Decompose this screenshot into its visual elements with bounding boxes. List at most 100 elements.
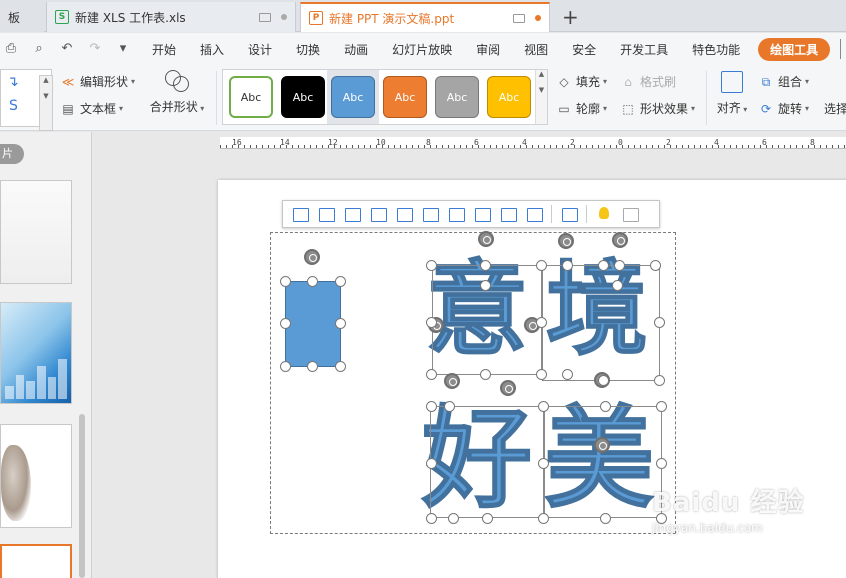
resize-handle[interactable] [307,276,318,287]
tab-partial[interactable]: 板 [0,2,44,32]
rotate-handle-icon[interactable] [304,249,320,265]
resize-handle[interactable] [426,513,437,524]
menu-view[interactable]: 视图 [512,41,560,58]
align-middle-icon[interactable] [394,204,414,224]
resize-handle[interactable] [536,317,547,328]
slides-tab[interactable]: 片 [0,144,24,164]
format-brush-button[interactable]: ⌂ 格式刷 [620,73,676,90]
group-icon[interactable] [559,204,579,224]
edit-shape-button[interactable]: ≪ 编辑形状 ▾ [60,73,135,90]
menu-developer[interactable]: 开发工具 [608,41,680,58]
shape-gallery[interactable]: ↴ S ▲ ▼ [0,69,53,131]
elbow-connector-icon[interactable]: ↴ [7,74,19,90]
resize-handle[interactable] [426,369,437,380]
monitor-icon[interactable] [259,12,271,22]
resize-handle[interactable] [612,280,623,291]
resize-handle[interactable] [650,260,661,271]
resize-handle[interactable] [654,375,665,386]
rotate-handle-icon[interactable] [500,380,516,396]
redo-icon[interactable]: ↷ [88,42,102,56]
more-dropdown-icon[interactable]: ▾ [116,42,130,56]
slide-thumbnail[interactable] [0,180,72,284]
slide-thumbnail[interactable] [0,424,72,528]
more-options-icon[interactable] [620,204,640,224]
resize-handle[interactable] [656,401,667,412]
align-slide-center-icon[interactable] [446,204,466,224]
rotate-handle-icon[interactable] [594,437,610,453]
resize-handle[interactable] [538,513,549,524]
new-tab-button[interactable]: + [562,5,579,29]
menu-design[interactable]: 设计 [236,41,284,58]
resize-handle[interactable] [614,260,625,271]
menu-animation[interactable]: 动画 [332,41,380,58]
style-swatch-white[interactable]: Abc [229,76,273,118]
resize-handle[interactable] [426,401,437,412]
thumbnail-scrollbar[interactable] [79,414,85,578]
resize-handle[interactable] [335,361,346,372]
align-left-icon[interactable] [290,204,310,224]
print-icon[interactable]: ⎙ [4,42,18,56]
menu-insert[interactable]: 插入 [188,41,236,58]
undo-icon[interactable]: ↶ [60,42,74,56]
resize-handle[interactable] [480,260,491,271]
tab-ppt[interactable]: P 新建 PPT 演示文稿.ppt [300,2,550,32]
rotate-handle-icon[interactable] [558,233,574,249]
resize-handle[interactable] [598,260,609,271]
resize-handle[interactable] [600,513,611,524]
align-button[interactable]: 对齐 ▾ [714,71,750,116]
resize-handle[interactable] [426,317,437,328]
resize-handle[interactable] [536,260,547,271]
shape-effect-button[interactable]: ⬚ 形状效果 ▾ [620,100,695,117]
align-top-icon[interactable] [368,204,388,224]
align-right-icon[interactable] [342,204,362,224]
resize-handle[interactable] [480,369,491,380]
text-box-button[interactable]: ▤ 文本框 ▾ [60,100,123,117]
menu-special[interactable]: 特色功能 [680,41,752,58]
tab-xls[interactable]: S 新建 XLS 工作表.xls [46,2,296,32]
resize-handle[interactable] [426,260,437,271]
style-swatch-black[interactable]: Abc [281,76,325,118]
crop-icon[interactable] [524,204,544,224]
resize-handle[interactable] [280,318,291,329]
resize-handle[interactable] [480,280,491,291]
resize-handle[interactable] [280,361,291,372]
style-swatch-blue[interactable]: Abc [331,76,375,118]
resize-handle[interactable] [426,458,437,469]
resize-handle[interactable] [656,458,667,469]
resize-handle[interactable] [280,276,291,287]
menu-review[interactable]: 审阅 [464,41,512,58]
slide-thumbnail-current[interactable] [0,544,72,578]
resize-handle[interactable] [444,401,455,412]
menu-transition[interactable]: 切换 [284,41,332,58]
resize-handle[interactable] [600,401,611,412]
distribute-horizontal-icon[interactable] [472,204,492,224]
style-gallery-scroll[interactable]: ▲ ▼ [535,70,547,124]
menu-slideshow[interactable]: 幻灯片放映 [380,41,464,58]
align-bottom-icon[interactable] [420,204,440,224]
rotate-handle-icon[interactable] [612,232,628,248]
rectangle-shape[interactable] [285,281,341,367]
resize-handle[interactable] [536,369,547,380]
group-button[interactable]: ⧉ 组合 ▾ [758,73,809,90]
menu-security[interactable]: 安全 [560,41,608,58]
resize-handle[interactable] [482,513,493,524]
outline-button[interactable]: ▭ 轮廓 ▾ [556,100,607,117]
resize-handle[interactable] [538,458,549,469]
menu-drawing-tools[interactable]: 绘图工具 [758,37,831,61]
select-button[interactable]: 选择 [824,100,846,117]
resize-handle[interactable] [562,369,573,380]
style-swatch-gold[interactable]: Abc [487,76,531,118]
resize-handle[interactable] [448,513,459,524]
style-swatch-orange[interactable]: Abc [383,76,427,118]
lightbulb-icon[interactable] [594,204,614,224]
fill-button[interactable]: ◇ 填充 ▾ [556,73,607,90]
resize-handle[interactable] [562,260,573,271]
print-preview-icon[interactable]: ⌕ [32,42,46,56]
align-center-icon[interactable] [316,204,336,224]
horizontal-ruler[interactable]: 16 14 12 10 8 6 4 2 0 2 4 6 8 [220,137,846,149]
rotate-handle-icon[interactable] [478,231,494,247]
shape-gallery-scroll[interactable]: ▲ ▼ [39,75,53,131]
distribute-vertical-icon[interactable] [498,204,518,224]
menu-start[interactable]: 开始 [140,41,188,58]
resize-handle[interactable] [335,276,346,287]
